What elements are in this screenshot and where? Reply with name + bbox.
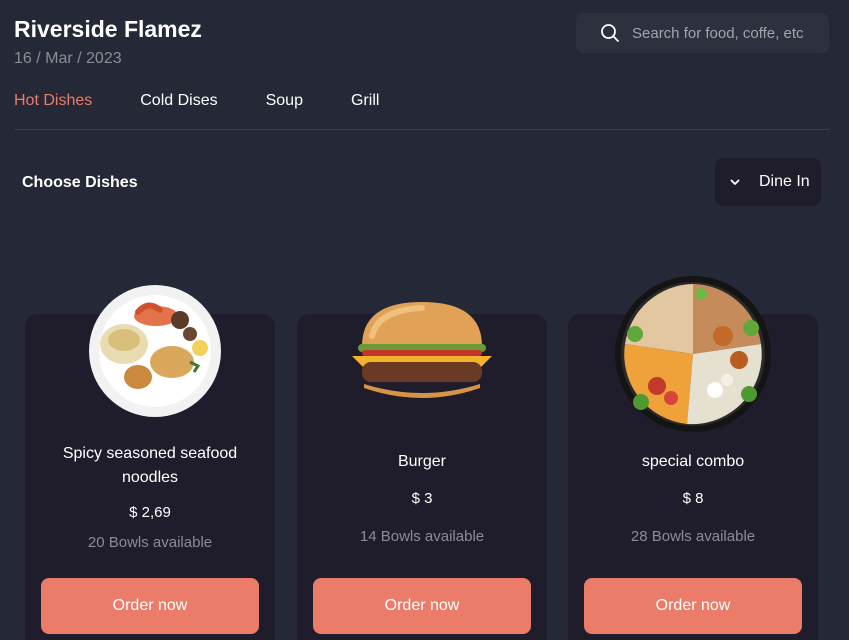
dish-availability: 28 Bowls available	[630, 528, 756, 545]
order-now-button[interactable]: Order now	[313, 578, 531, 634]
dish-availability: 14 Bowls available	[359, 528, 485, 545]
restaurant-title: Riverside Flamez	[14, 16, 202, 42]
current-date: 16 / Mar / 2023	[14, 50, 122, 67]
order-now-button[interactable]: Order now	[584, 578, 802, 634]
category-tabs: Hot Dishes Cold Dises Soup Grill	[14, 92, 427, 110]
chevron-down-icon	[729, 176, 741, 188]
dish-price: $ 3	[411, 490, 433, 507]
dish-name: Burger	[397, 453, 447, 470]
dine-option-dropdown[interactable]: Dine In	[715, 158, 821, 206]
special-combo-image	[611, 274, 775, 439]
tab-cold-dishes[interactable]: Cold Dises	[140, 92, 217, 110]
tab-hot-dishes[interactable]: Hot Dishes	[14, 92, 92, 110]
dine-option-label: Dine In	[759, 173, 810, 190]
dish-name: special combo	[641, 453, 745, 470]
search-bar[interactable]	[576, 13, 829, 53]
restaurant-pos-page: Riverside Flamez 16 / Mar / 2023 Hot Dis…	[0, 0, 849, 640]
dish-price: $ 8	[682, 490, 704, 507]
dish-name: Spicy seasoned seafood noodles	[62, 445, 238, 486]
order-now-button[interactable]: Order now	[41, 578, 259, 634]
dish-price: $ 2,69	[129, 504, 171, 521]
burger-image	[348, 296, 496, 415]
tabs-divider	[14, 129, 829, 130]
tab-grill[interactable]: Grill	[351, 92, 379, 110]
tab-soup[interactable]: Soup	[266, 92, 303, 110]
search-input[interactable]	[632, 24, 822, 42]
search-icon	[600, 23, 620, 43]
seafood-noodles-image	[86, 282, 224, 425]
section-title: Choose Dishes	[22, 174, 138, 191]
dish-availability: 20 Bowls available	[87, 534, 213, 551]
